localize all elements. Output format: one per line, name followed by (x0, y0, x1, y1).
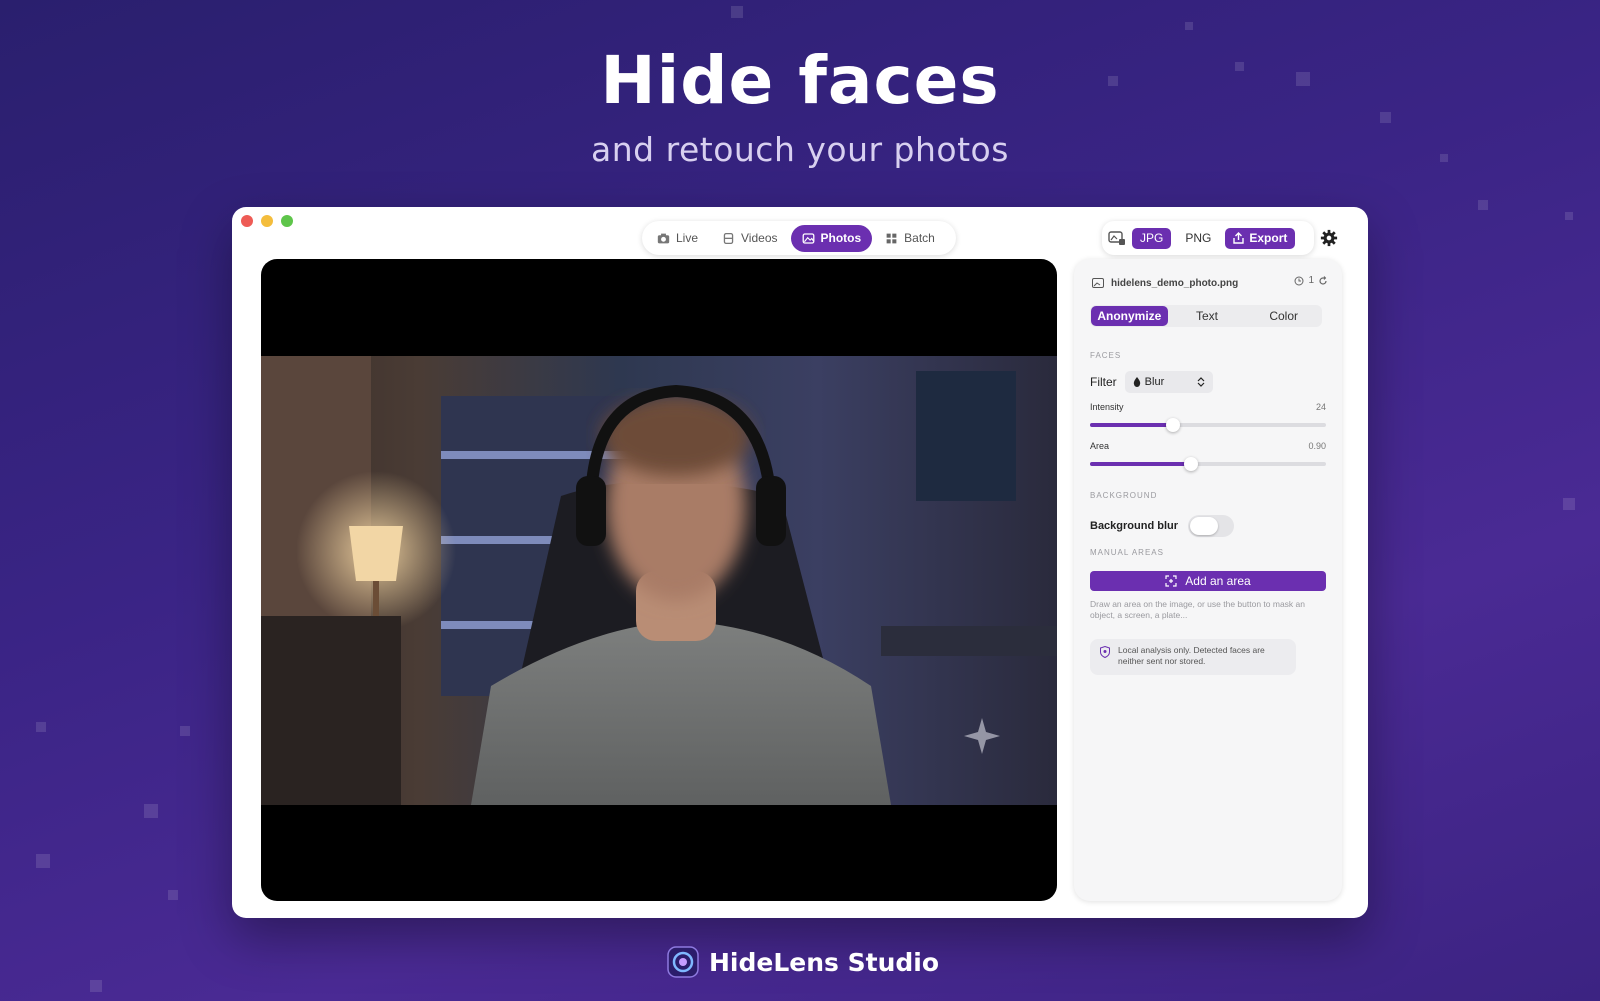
mode-live[interactable]: Live (646, 225, 709, 252)
area-label: Area (1090, 441, 1110, 451)
add-area-button[interactable]: Add an area (1090, 571, 1326, 591)
privacy-note-text: Local analysis only. Detected faces are … (1118, 645, 1265, 666)
image-settings-icon[interactable] (1108, 230, 1126, 246)
export-toolbar: JPG PNG Export (1102, 221, 1314, 255)
background-blur-toggle[interactable] (1188, 515, 1235, 537)
intensity-label: Intensity (1090, 402, 1124, 412)
intensity-slider[interactable] (1090, 418, 1326, 432)
background-blur-row: Background blur (1090, 515, 1235, 537)
panel-tabs: Anonymize Text Color (1090, 305, 1322, 327)
mode-photos[interactable]: Photos (790, 224, 873, 252)
intensity-row: Intensity 24 (1090, 402, 1326, 412)
drop-icon (1133, 377, 1140, 387)
minimize-window-button[interactable] (261, 215, 273, 227)
filter-value: Blur (1144, 376, 1165, 388)
image-viewer[interactable] (261, 259, 1057, 901)
grid-icon (886, 233, 897, 243)
photo-preview[interactable] (261, 356, 1057, 805)
tab-color[interactable]: Color (1245, 305, 1322, 327)
file-name: hidelens_demo_photo.png (1111, 277, 1239, 289)
close-window-button[interactable] (241, 215, 253, 227)
filter-label: Filter (1090, 375, 1117, 389)
intensity-slider-fill (1090, 423, 1173, 427)
filter-row: Filter Blur (1090, 371, 1213, 393)
area-slider-knob[interactable] (1184, 457, 1199, 471)
tab-anonymize[interactable]: Anonymize (1091, 306, 1168, 326)
file-info: hidelens_demo_photo.png 1 (1092, 275, 1328, 291)
add-area-label: Add an area (1185, 574, 1251, 588)
brand-footer: HideLens Studio (667, 946, 939, 978)
file-count-value: 1 (1308, 275, 1314, 286)
hidelens-logo-icon (667, 946, 699, 978)
brand-name: HideLens Studio (709, 947, 940, 977)
area-slider[interactable] (1090, 457, 1326, 471)
mode-batch-label: Batch (904, 231, 935, 245)
settings-panel: hidelens_demo_photo.png 1 Anonymize Text… (1074, 259, 1342, 901)
privacy-note: Local analysis only. Detected faces are … (1090, 639, 1296, 675)
photo-scene (261, 356, 1057, 805)
gear-icon[interactable] (1320, 229, 1338, 247)
mode-batch[interactable]: Batch (874, 225, 946, 252)
mode-switcher: Live Videos Photos Batch (642, 221, 956, 255)
format-jpg-button[interactable]: JPG (1132, 227, 1172, 249)
image-file-icon (1092, 278, 1104, 288)
area-value: 0.90 (1308, 441, 1326, 451)
mode-videos-label: Videos (741, 231, 778, 245)
area-row: Area 0.90 (1090, 441, 1326, 451)
app-window: Live Videos Photos Batch JPG PNG Export (232, 207, 1368, 918)
background-section-heading: BACKGROUND (1090, 491, 1158, 500)
share-icon (1233, 232, 1245, 244)
manual-areas-section-heading: MANUAL AREAS (1090, 548, 1164, 557)
photo-icon (802, 232, 814, 244)
file-count: 1 (1294, 275, 1328, 286)
faces-section-heading: FACES (1090, 351, 1122, 360)
manual-areas-hint: Draw an area on the image, or use the bu… (1090, 599, 1305, 620)
hero-title: Hide faces (600, 42, 1000, 119)
background-blur-label: Background blur (1090, 520, 1179, 532)
refresh-icon[interactable] (1318, 275, 1328, 286)
video-icon (723, 232, 734, 244)
filter-select[interactable]: Blur (1124, 371, 1213, 393)
clock-icon (1294, 276, 1304, 285)
mode-videos[interactable]: Videos (711, 225, 788, 252)
camera-icon (657, 233, 670, 243)
add-area-icon (1165, 575, 1177, 587)
tab-text[interactable]: Text (1169, 305, 1246, 327)
export-button[interactable]: Export (1225, 227, 1296, 249)
shield-icon (1100, 646, 1110, 658)
export-label: Export (1249, 231, 1288, 245)
mode-live-label: Live (676, 231, 699, 245)
mode-photos-label: Photos (820, 231, 862, 245)
hero-subtitle: and retouch your photos (591, 130, 1009, 169)
area-slider-fill (1090, 462, 1192, 466)
zoom-window-button[interactable] (281, 215, 293, 227)
format-png-button[interactable]: PNG (1177, 228, 1219, 249)
intensity-slider-knob[interactable] (1165, 418, 1180, 432)
intensity-value: 24 (1315, 402, 1326, 412)
chevron-updown-icon (1197, 377, 1205, 387)
